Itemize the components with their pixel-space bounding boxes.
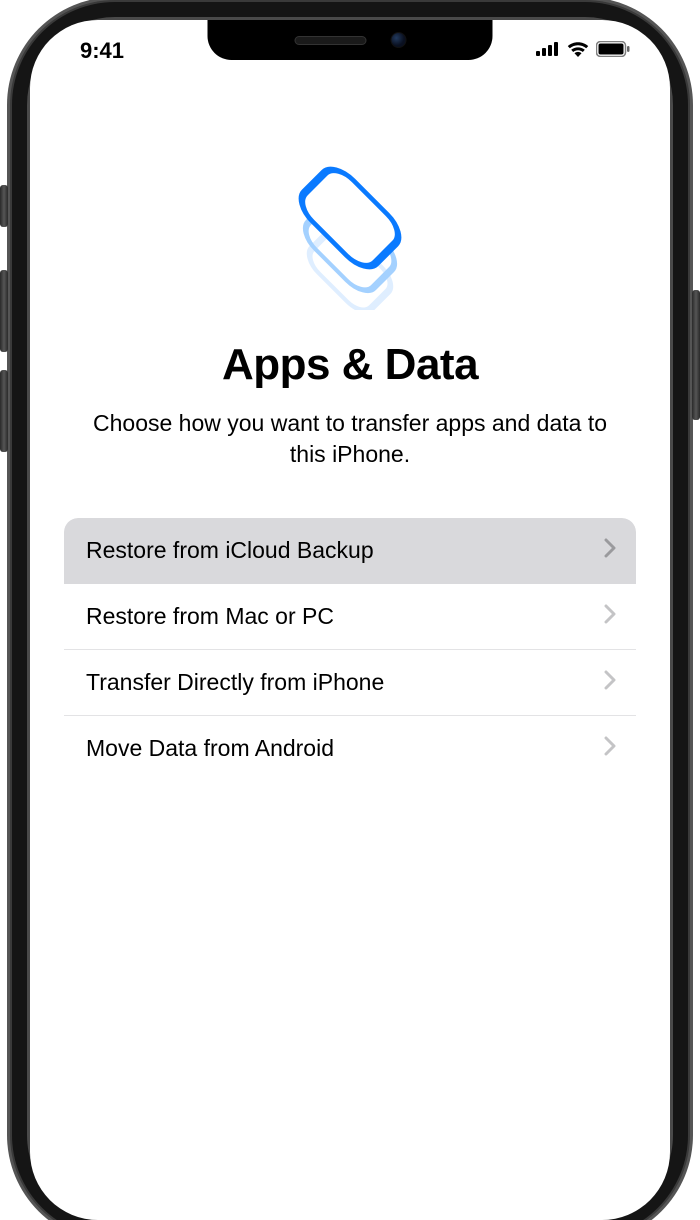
page-subtitle: Choose how you want to transfer apps and… — [64, 408, 636, 470]
status-time: 9:41 — [66, 30, 124, 64]
option-restore-icloud[interactable]: Restore from iCloud Backup — [64, 518, 636, 584]
option-label: Transfer Directly from iPhone — [86, 669, 384, 696]
options-list: Restore from iCloud Backup Restore from … — [64, 518, 636, 781]
chevron-right-icon — [604, 604, 616, 629]
phone-frame: 9:41 — [30, 20, 670, 1220]
content-area: Apps & Data Choose how you want to trans… — [30, 80, 670, 1220]
option-label: Move Data from Android — [86, 735, 334, 762]
battery-icon — [596, 41, 630, 62]
option-transfer-iphone[interactable]: Transfer Directly from iPhone — [64, 650, 636, 716]
screen: 9:41 — [30, 20, 670, 1220]
option-label: Restore from iCloud Backup — [86, 537, 374, 564]
page-title: Apps & Data — [64, 340, 636, 390]
chevron-right-icon — [604, 538, 616, 563]
option-label: Restore from Mac or PC — [86, 603, 334, 630]
chevron-right-icon — [604, 736, 616, 761]
volume-up-button — [0, 270, 8, 352]
chevron-right-icon — [604, 670, 616, 695]
cellular-signal-icon — [536, 42, 560, 61]
volume-down-button — [0, 370, 8, 452]
silence-switch — [0, 185, 8, 227]
layers-stack-icon — [64, 160, 636, 310]
power-button — [692, 290, 700, 420]
option-restore-mac-pc[interactable]: Restore from Mac or PC — [64, 584, 636, 650]
status-indicators — [536, 33, 634, 62]
wifi-icon — [567, 41, 589, 62]
status-bar: 9:41 — [30, 20, 670, 74]
option-move-android[interactable]: Move Data from Android — [64, 716, 636, 781]
